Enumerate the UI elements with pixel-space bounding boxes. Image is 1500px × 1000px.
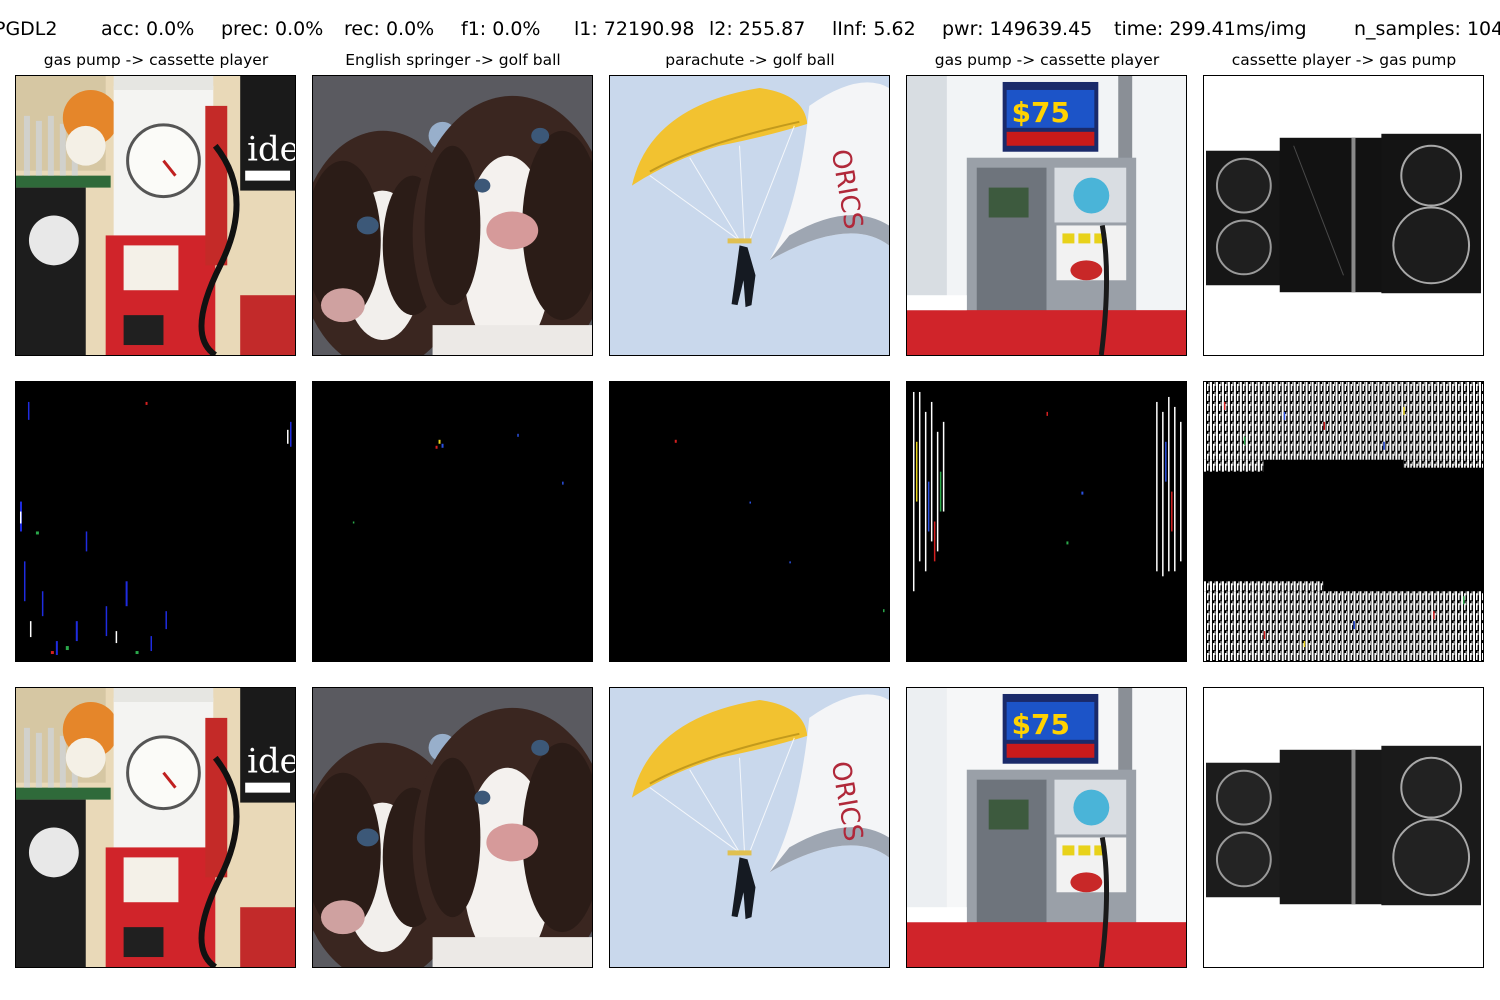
original-image-parachute: ORICS [609, 75, 890, 356]
adversarial-image-gas-pump-modern: $75 [906, 687, 1187, 968]
column-title: gas pump -> cassette player [43, 51, 269, 69]
original-image-gas-pump-modern: $75 [906, 75, 1187, 356]
adversarial-image-stereo-speakers [1203, 687, 1484, 968]
stats-bar: PGDL2 acc: 0.0% prec: 0.0% rec: 0.0% f1:… [0, 16, 1500, 42]
stat-acc: acc: 0.0% [101, 18, 195, 40]
adversarial-image-parachute: ORICS [609, 687, 890, 968]
original-image-gas-pump-vintage: ide [15, 75, 296, 356]
adversarial-image-springer-puppies [312, 687, 593, 968]
perturbation-map-gas-pump-modern [906, 381, 1187, 662]
stat-rec: rec: 0.0% [344, 18, 435, 40]
adversarial-image-gas-pump-vintage: ide [15, 687, 296, 968]
stat-l1: l1: 72190.98 [574, 18, 695, 40]
stat-prec: prec: 0.0% [221, 18, 324, 40]
svg-text:ide: ide [247, 742, 295, 781]
stat-method: PGDL2 [0, 18, 58, 40]
stat-n-samples: n_samples: 104 [1354, 18, 1500, 40]
stat-l2: l2: 255.87 [709, 18, 806, 40]
original-image-springer-puppies [312, 75, 593, 356]
stat-f1: f1: 0.0% [461, 18, 541, 40]
svg-text:$75: $75 [1012, 708, 1070, 741]
perturbation-map-springer-puppies [312, 381, 593, 662]
perturbation-map-parachute [609, 381, 890, 662]
stat-pwr: pwr: 149639.45 [942, 18, 1093, 40]
perturbation-map-gas-pump-vintage [15, 381, 296, 662]
stat-linf: lInf: 5.62 [832, 18, 916, 40]
column-title: gas pump -> cassette player [934, 51, 1160, 69]
column-title: cassette player -> gas pump [1231, 51, 1457, 69]
stat-time: time: 299.41ms/img [1114, 18, 1307, 40]
column-title: parachute -> golf ball [665, 51, 835, 69]
original-image-stereo-speakers [1203, 75, 1484, 356]
perturbation-map-stereo-speakers [1203, 381, 1484, 662]
svg-text:$75: $75 [1012, 96, 1070, 129]
column-title: English springer -> golf ball [345, 51, 561, 69]
svg-text:ide: ide [247, 130, 295, 169]
